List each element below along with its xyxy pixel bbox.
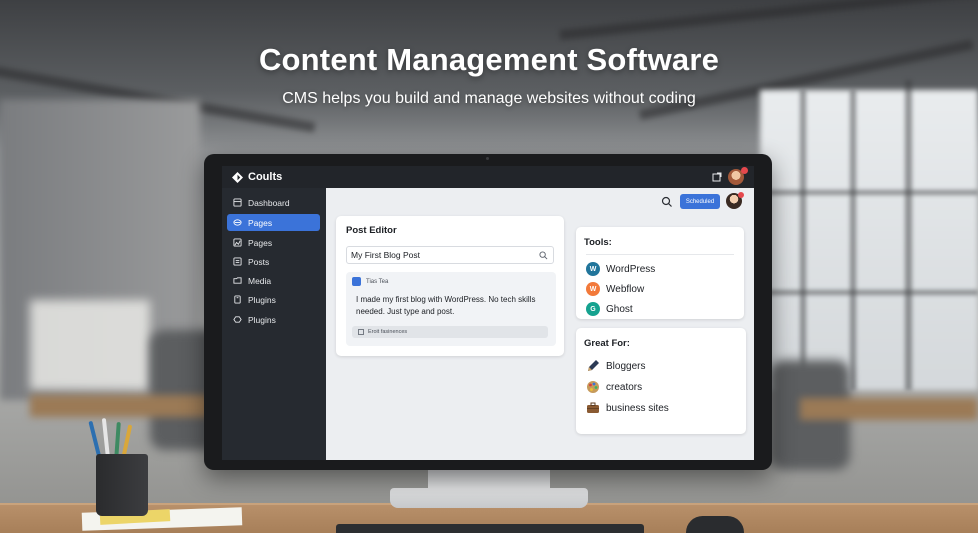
sidebar-item-label: Plugins: [248, 314, 276, 325]
author-name: Tias Tea: [366, 278, 389, 285]
window-frame: [850, 90, 856, 390]
pages-icon: [233, 238, 242, 247]
tool-wordpress[interactable]: W WordPress: [586, 262, 655, 276]
search-icon[interactable]: [539, 251, 548, 260]
brand[interactable]: Coults: [232, 171, 282, 183]
window-frame: [760, 290, 978, 295]
sidebar-item-label: Posts: [248, 256, 270, 267]
palette-icon: [587, 381, 599, 393]
scheduled-button[interactable]: Scheduled: [680, 194, 720, 209]
post-body[interactable]: Tias Tea I made my first blog with WordP…: [346, 272, 556, 346]
plugins-icon: [234, 295, 241, 304]
author-avatar: [352, 277, 361, 286]
dashboard-icon: [233, 198, 242, 207]
tool-label: WordPress: [606, 263, 656, 275]
monitor-stand-base: [390, 488, 588, 508]
posts-icon: [233, 257, 242, 266]
shelf: [30, 300, 150, 390]
search-icon[interactable]: [660, 195, 674, 209]
sidebar: Dashboard Pages Pages Posts Media Plugin…: [222, 188, 326, 460]
media-icon: [233, 277, 242, 284]
attach-icon: [358, 329, 364, 335]
briefcase-icon: [587, 402, 599, 413]
cms-app: Coults Dashboard Pages Pages Posts Media…: [222, 166, 754, 460]
sidebar-item-label: Pages: [248, 217, 273, 228]
sidebar-item-posts[interactable]: Posts: [227, 253, 320, 270]
tools-divider: [586, 254, 734, 255]
wordpress-logo-icon: W: [586, 262, 600, 276]
post-title-input[interactable]: My First Blog Post: [346, 246, 554, 264]
audience-bloggers: Bloggers: [586, 359, 645, 373]
sidebar-item-plugins[interactable]: Plugins: [227, 291, 320, 308]
post-author: Tias Tea: [352, 277, 388, 286]
post-editor-card: Post Editor My First Blog Post Tias Tea …: [336, 216, 564, 356]
window-frame: [905, 80, 912, 390]
sidebar-item-pages[interactable]: Pages: [227, 234, 320, 251]
great-for-title: Great For:: [584, 338, 630, 349]
post-footer-text: Eroit fasinences: [368, 329, 408, 335]
notification-dot: [738, 192, 744, 198]
webflow-logo-icon: W: [586, 282, 600, 296]
post-title-value: My First Blog Post: [351, 250, 420, 260]
pencil-cup: [96, 454, 148, 516]
notification-dot: [741, 167, 748, 174]
hero-title: Content Management Software: [258, 42, 720, 77]
monitor-stand: [428, 468, 550, 490]
audience-business-sites: business sites: [586, 401, 669, 415]
window-frame: [800, 90, 806, 390]
hero-subtitle: CMS helps you build and manage websites …: [282, 90, 696, 107]
open-external-icon[interactable]: [712, 172, 722, 182]
sidebar-item-pages[interactable]: Pages: [227, 214, 320, 231]
computer-mouse: [686, 516, 744, 533]
webcam: [486, 157, 489, 160]
tools-card: Tools: W WordPress W Webflow G Ghost: [576, 227, 744, 319]
great-for-card: Great For: Bloggers creators business si…: [576, 328, 746, 434]
tool-label: Webflow: [606, 283, 645, 295]
sidebar-item-dashboard[interactable]: Dashboard: [227, 194, 320, 211]
ghost-logo-icon: G: [586, 302, 600, 316]
sidebar-item-media[interactable]: Media: [227, 272, 320, 289]
brand-name: Coults: [248, 171, 283, 183]
brand-logo-icon: [232, 171, 243, 183]
tool-webflow[interactable]: W Webflow: [586, 282, 644, 296]
audience-label: creators: [606, 381, 643, 393]
sidebar-item-label: Dashboard: [248, 197, 290, 208]
tool-label: Ghost: [606, 303, 633, 315]
plugins-icon: [233, 316, 242, 323]
side-table: [800, 398, 978, 420]
audience-label: Bloggers: [606, 360, 646, 372]
main-content: Scheduled Post Editor My First Blog Post…: [326, 188, 754, 460]
audience-creators: creators: [586, 380, 642, 394]
pages-icon: [233, 219, 242, 226]
post-editor-title: Post Editor: [346, 225, 397, 236]
audience-label: business sites: [606, 402, 669, 414]
tool-ghost[interactable]: G Ghost: [586, 302, 633, 316]
tools-title: Tools:: [584, 237, 612, 248]
app-topbar: Coults: [222, 166, 754, 188]
post-body-text: I made my first blog with WordPress. No …: [356, 295, 536, 316]
sidebar-item-label: Media: [248, 275, 272, 286]
post-footer-bar[interactable]: Eroit fasinences: [352, 326, 548, 338]
sidebar-item-label: Pages: [248, 237, 273, 248]
keyboard: [336, 524, 644, 533]
sidebar-item-label: Plugins: [248, 294, 276, 305]
monitor: Coults Dashboard Pages Pages Posts Media…: [204, 154, 772, 470]
window: [760, 90, 978, 390]
side-table: [30, 395, 210, 417]
window-frame: [760, 190, 978, 195]
pen-icon: [588, 360, 599, 371]
sidebar-item-plugins[interactable]: Plugins: [227, 311, 320, 328]
